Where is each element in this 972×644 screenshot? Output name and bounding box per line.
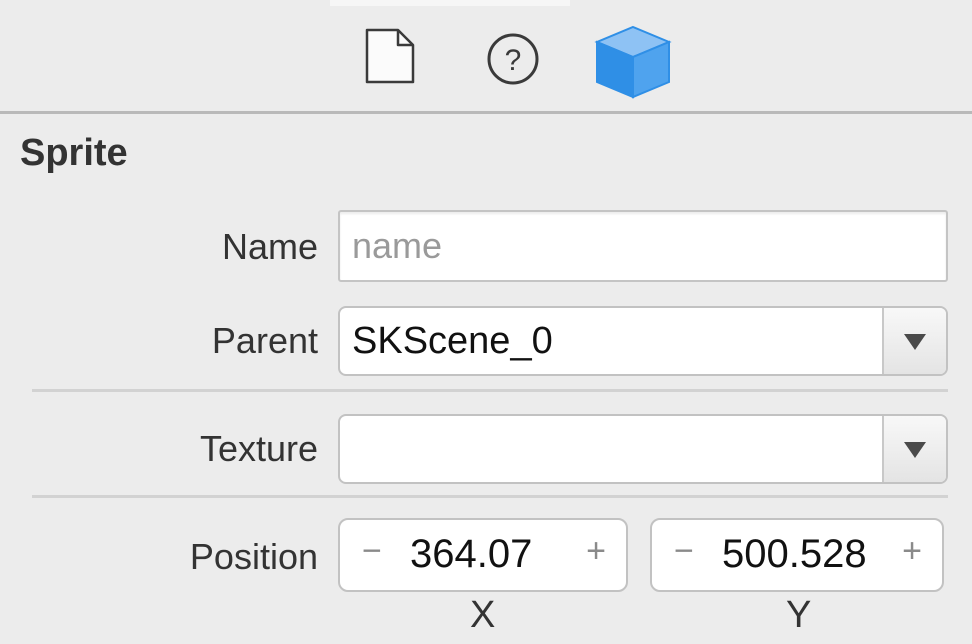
divider [32, 495, 948, 498]
name-input[interactable] [340, 212, 946, 280]
inspector-toolbar: ? [0, 0, 972, 114]
divider [32, 389, 948, 392]
position-x-value[interactable]: 364.07 [410, 532, 590, 577]
decrement-y-button[interactable]: − [674, 532, 694, 571]
name-label: Name [221, 226, 318, 267]
file-inspector-icon[interactable] [364, 28, 416, 84]
position-label: Position [189, 536, 318, 577]
parent-value[interactable]: SKScene_0 [352, 320, 553, 363]
name-field[interactable] [338, 210, 948, 282]
parent-dropdown-button[interactable] [882, 308, 946, 374]
position-y-axis-label: Y [786, 594, 812, 636]
toolbar-divider [0, 111, 972, 114]
increment-y-button[interactable]: + [902, 532, 922, 571]
node-inspector-cube-icon[interactable] [594, 24, 672, 100]
position-y-stepper[interactable]: − 500.528 + [650, 518, 944, 592]
position-x-stepper[interactable]: − 364.07 + [338, 518, 628, 592]
chevron-down-icon [904, 334, 926, 350]
parent-label: Parent [211, 320, 318, 361]
increment-x-button[interactable]: + [586, 532, 606, 571]
texture-label: Texture [199, 428, 318, 469]
position-y-value[interactable]: 500.528 [722, 532, 902, 577]
texture-combo[interactable] [338, 414, 948, 484]
toolbar-highlight [330, 0, 570, 6]
texture-dropdown-button[interactable] [882, 416, 946, 482]
quick-help-icon[interactable]: ? [486, 32, 540, 86]
parent-combo[interactable]: SKScene_0 [338, 306, 948, 376]
chevron-down-icon [904, 442, 926, 458]
decrement-x-button[interactable]: − [362, 532, 382, 571]
svg-text:?: ? [505, 44, 522, 77]
position-x-axis-label: X [470, 594, 496, 636]
section-title: Sprite [20, 132, 128, 174]
